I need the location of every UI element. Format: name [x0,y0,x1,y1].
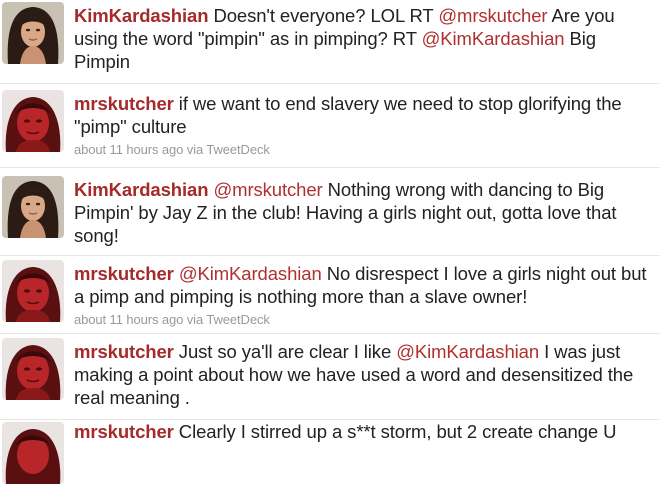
tweet-item: KimKardashian @mrskutcher Nothing wrong … [0,168,660,256]
tweet-author[interactable]: mrskutcher [74,263,174,284]
mrskutcher-avatar-image [2,260,64,322]
tweet-mention[interactable]: @mrskutcher [438,5,547,26]
tweet-text: Doesn't everyone? LOL RT [208,5,439,26]
tweet-mention[interactable]: @mrskutcher [213,179,322,200]
tweet-item: mrskutcher if we want to end slavery we … [0,84,660,168]
mrskutcher-avatar[interactable] [2,260,64,322]
tweet-item: KimKardashian Doesn't everyone? LOL RT @… [0,0,660,84]
tweet-item: mrskutcher @KimKardashian No disrespect … [0,256,660,334]
tweet-item: mrskutcher Just so ya'll are clear I lik… [0,334,660,420]
mrskutcher-avatar-image [2,338,64,400]
kim-avatar[interactable] [2,2,64,64]
kim-avatar-image [2,2,64,64]
mrskutcher-avatar-image [2,422,64,484]
tweet-text: Clearly I stirred up a s**t storm, but 2… [173,421,617,442]
tweet-text: Just so ya'll are clear I like [173,341,397,362]
kim-avatar[interactable] [2,176,64,238]
tweet-meta: about 11 hours ago via TweetDeck [74,312,270,327]
mrskutcher-avatar[interactable] [2,338,64,400]
mrskutcher-avatar[interactable] [2,90,64,152]
tweet-mention[interactable]: @KimKardashian [396,341,539,362]
tweet-author[interactable]: KimKardashian [74,5,209,26]
tweet-meta: about 11 hours ago via TweetDeck [74,142,270,157]
tweet-mention[interactable]: @KimKardashian [422,28,565,49]
tweet-author[interactable]: KimKardashian [74,179,209,200]
tweet-timeline: KimKardashian Doesn't everyone? LOL RT @… [0,0,660,484]
tweet-author[interactable]: mrskutcher [74,341,174,362]
tweet-author[interactable]: mrskutcher [74,421,174,442]
tweet-mention[interactable]: @KimKardashian [179,263,322,284]
mrskutcher-avatar-image [2,90,64,152]
kim-avatar-image [2,176,64,238]
tweet-author[interactable]: mrskutcher [74,93,174,114]
tweet-item: mrskutcher Clearly I stirred up a s**t s… [0,420,660,484]
mrskutcher-avatar[interactable] [2,422,64,484]
